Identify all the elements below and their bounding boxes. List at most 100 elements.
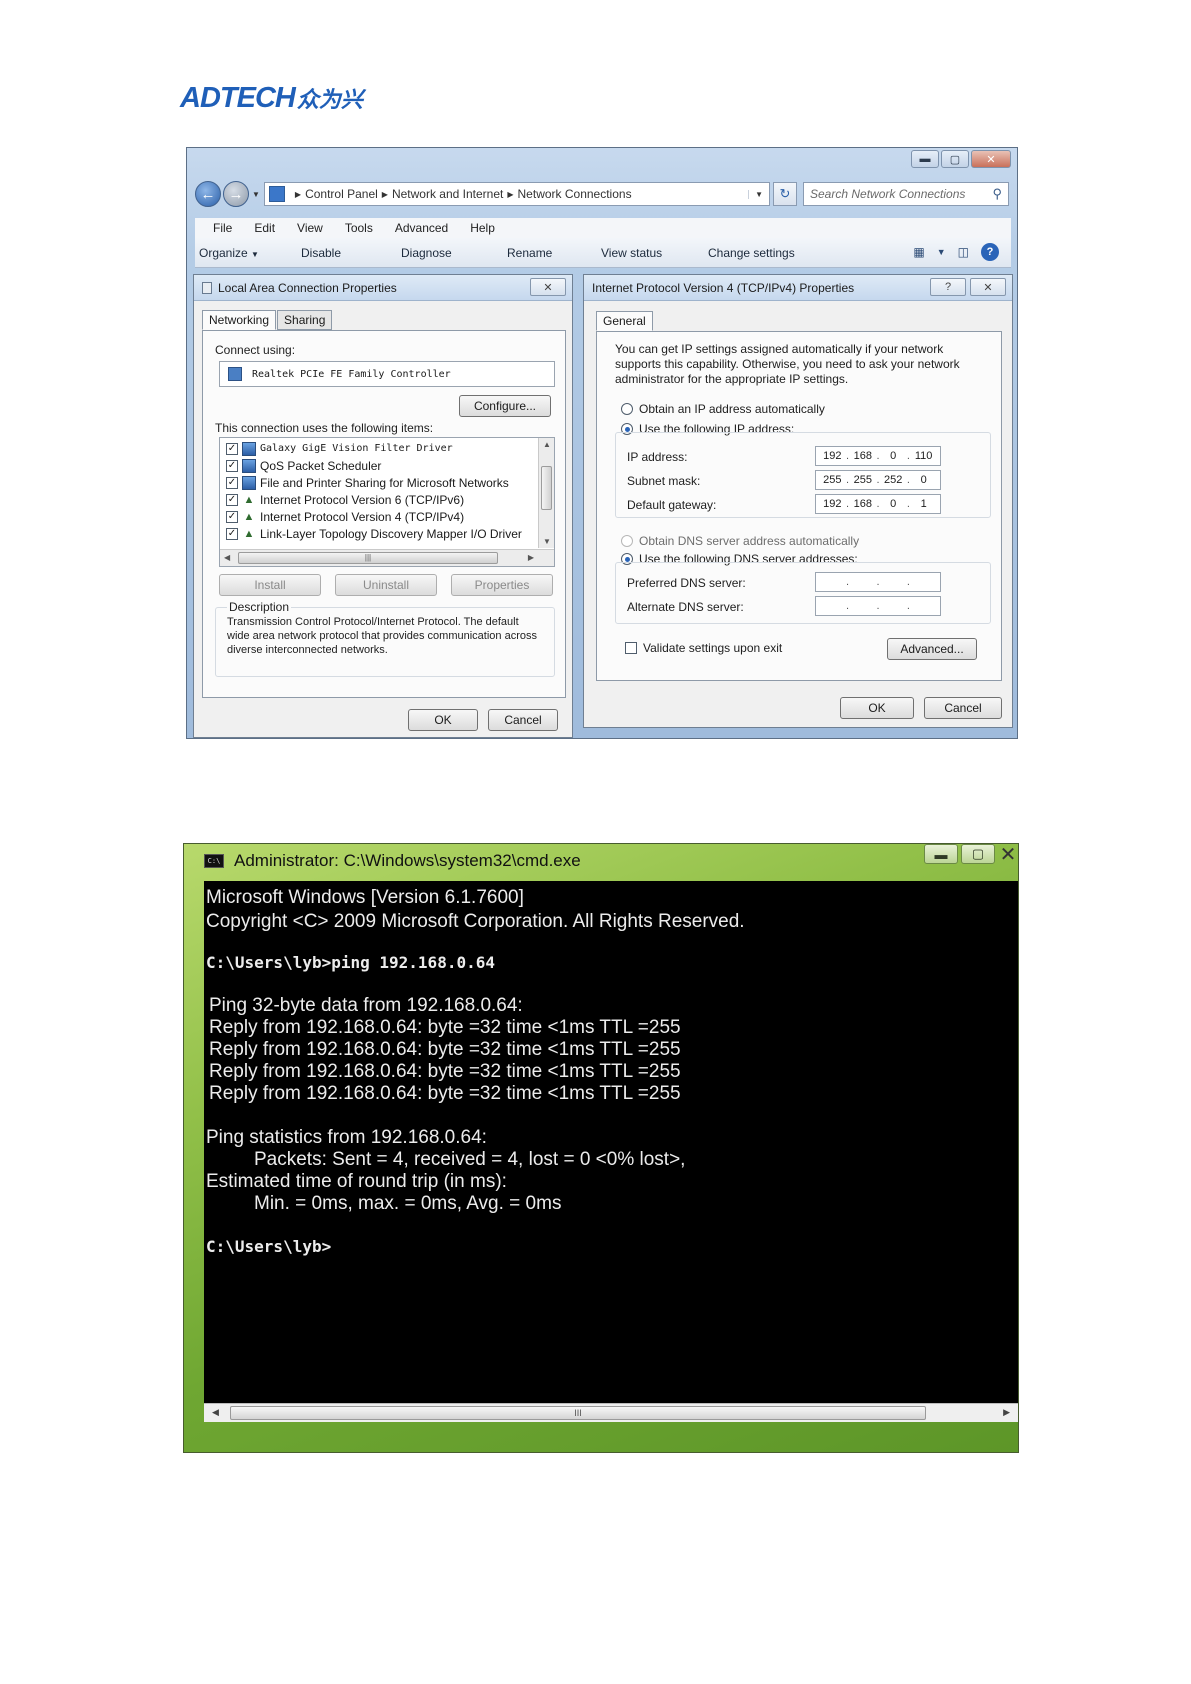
obtain-ip-radio[interactable] <box>621 403 633 415</box>
console-output[interactable]: Microsoft Windows [Version 6.1.7600] Cop… <box>204 881 1018 1404</box>
chevron-down-icon[interactable]: ▼ <box>937 247 946 257</box>
menu-tools[interactable]: Tools <box>345 221 373 235</box>
back-button[interactable]: ← <box>195 181 221 207</box>
menu-view[interactable]: View <box>297 221 323 235</box>
uninstall-button[interactable]: Uninstall <box>335 574 437 596</box>
maximize-button[interactable]: ▢ <box>961 844 995 864</box>
octet: 255 <box>853 474 872 486</box>
configure-button[interactable]: Configure... <box>459 395 551 417</box>
item-checkbox[interactable]: ✓ <box>226 459 238 472</box>
horizontal-scrollbar[interactable]: ◀ III ▶ <box>204 1403 1018 1422</box>
disable-button[interactable]: Disable <box>301 246 341 260</box>
list-item[interactable]: ✓ ▲ Link-Layer Topology Discovery Mapper… <box>226 525 522 542</box>
console-line: Packets: Sent = 4, received = 4, lost = … <box>254 1149 686 1170</box>
close-button[interactable]: ✕ <box>998 844 1018 866</box>
octet: 1 <box>920 498 927 510</box>
scroll-thumb[interactable] <box>541 466 552 510</box>
octet: 255 <box>823 474 842 486</box>
scroll-right-icon[interactable]: ▶ <box>528 553 534 562</box>
scroll-right-icon[interactable]: ▶ <box>1003 1407 1010 1418</box>
help-button[interactable]: ? <box>930 278 966 296</box>
change-settings-button[interactable]: Change settings <box>708 246 795 260</box>
menu-file[interactable]: File <box>213 221 232 235</box>
minimize-button[interactable]: ▬ <box>924 844 958 864</box>
forward-button[interactable]: → <box>223 181 249 207</box>
cancel-button[interactable]: Cancel <box>488 709 558 731</box>
minimize-button[interactable]: ▬ <box>911 150 939 168</box>
refresh-button[interactable]: ↻ <box>773 182 797 206</box>
list-item[interactable]: ✓ ▲ Internet Protocol Version 6 (TCP/IPv… <box>226 491 464 508</box>
connect-using-label: Connect using: <box>215 343 296 357</box>
scroll-thumb[interactable]: III <box>230 1406 926 1420</box>
network-connections-screenshot: ▬ ▢ ✕ ← → ▼ ▶ Control Panel ▶ Network an… <box>186 147 1018 739</box>
chevron-right-icon[interactable]: ▶ <box>507 190 513 199</box>
ok-button[interactable]: OK <box>408 709 478 731</box>
adapter-name: Realtek PCIe FE Family Controller <box>252 368 451 380</box>
menu-help[interactable]: Help <box>470 221 495 235</box>
close-button[interactable]: ✕ <box>970 278 1006 296</box>
command-bar: Organize ▼ Disable Diagnose Rename View … <box>195 238 1011 268</box>
menu-advanced[interactable]: Advanced <box>395 221 448 235</box>
horizontal-scrollbar[interactable]: ◀ ||| ▶ <box>220 549 554 566</box>
organize-button[interactable]: Organize ▼ <box>199 246 259 260</box>
item-checkbox[interactable]: ✓ <box>226 493 238 506</box>
breadcrumb-control-panel[interactable]: Control Panel <box>305 187 378 201</box>
scroll-up-icon[interactable]: ▲ <box>543 440 551 449</box>
list-item[interactable]: ✓ Galaxy GigE Vision Filter Driver <box>226 440 453 457</box>
search-icon[interactable]: ⚲ <box>992 186 1002 202</box>
scroll-thumb[interactable]: ||| <box>238 552 498 564</box>
maximize-button[interactable]: ▢ <box>941 150 969 168</box>
adapter-field: Realtek PCIe FE Family Controller <box>219 361 555 387</box>
list-item[interactable]: ✓ QoS Packet Scheduler <box>226 457 381 474</box>
item-checkbox[interactable]: ✓ <box>226 476 238 489</box>
list-item[interactable]: ✓ File and Printer Sharing for Microsoft… <box>226 474 509 491</box>
scroll-left-icon[interactable]: ◀ <box>224 553 230 562</box>
item-checkbox[interactable]: ✓ <box>226 527 238 540</box>
chevron-right-icon[interactable]: ▶ <box>382 190 388 199</box>
alternate-dns-field[interactable]: ... <box>815 596 941 616</box>
install-button[interactable]: Install <box>219 574 321 596</box>
search-input[interactable]: Search Network Connections ⚲ <box>803 182 1009 206</box>
tab-sharing[interactable]: Sharing <box>277 310 333 330</box>
close-button[interactable]: ✕ <box>971 150 1011 168</box>
default-gateway-field[interactable]: 192. 168. 0. 1 <box>815 494 941 514</box>
preview-pane-icon[interactable]: ◫ <box>958 245 969 259</box>
chevron-down-icon[interactable]: ▼ <box>748 189 769 199</box>
obtain-dns-radio[interactable] <box>621 535 633 547</box>
rename-button[interactable]: Rename <box>507 246 552 260</box>
help-icon[interactable]: ? <box>981 243 999 261</box>
octet: 168 <box>853 450 872 462</box>
scroll-down-icon[interactable]: ▼ <box>543 537 551 546</box>
scroll-left-icon[interactable]: ◀ <box>212 1407 219 1418</box>
cancel-button[interactable]: Cancel <box>924 697 1002 719</box>
tab-networking[interactable]: Networking <box>202 310 277 330</box>
ok-button[interactable]: OK <box>840 697 914 719</box>
subnet-mask-field[interactable]: 255. 255. 252. 0 <box>815 470 941 490</box>
diagnose-button[interactable]: Diagnose <box>401 246 452 260</box>
window-controls: ▬ ▢ ✕ <box>909 150 1011 168</box>
vertical-scrollbar[interactable]: ▲ ▼ <box>538 438 554 548</box>
list-item[interactable]: ✓ ▲ Internet Protocol Version 4 (TCP/IPv… <box>226 508 464 525</box>
company-logo: ADTECH 众为兴 <box>180 82 363 114</box>
properties-button[interactable]: Properties <box>451 574 553 596</box>
preferred-dns-field[interactable]: ... <box>815 572 941 592</box>
breadcrumb-network-connections[interactable]: Network Connections <box>518 187 632 201</box>
item-checkbox[interactable]: ✓ <box>226 442 238 455</box>
tab-general[interactable]: General <box>596 311 653 331</box>
menu-edit[interactable]: Edit <box>254 221 275 235</box>
view-status-button[interactable]: View status <box>601 246 662 260</box>
item-label: File and Printer Sharing for Microsoft N… <box>260 475 509 490</box>
item-checkbox[interactable]: ✓ <box>226 510 238 523</box>
default-gateway-label: Default gateway: <box>627 498 717 512</box>
item-label: Internet Protocol Version 6 (TCP/IPv6) <box>260 492 465 507</box>
chevron-right-icon[interactable]: ▶ <box>295 190 301 199</box>
breadcrumb-network-and-internet[interactable]: Network and Internet <box>392 187 503 201</box>
change-view-icon[interactable]: ▦ <box>913 245 924 259</box>
address-bar[interactable]: ▶ Control Panel ▶ Network and Internet ▶… <box>263 182 770 206</box>
close-button[interactable]: ✕ <box>530 278 566 296</box>
ip-address-field[interactable]: 192. 168. 0. 110 <box>815 446 941 466</box>
validate-checkbox[interactable] <box>625 642 637 654</box>
ip-address-label: IP address: <box>627 450 688 464</box>
advanced-button[interactable]: Advanced... <box>887 638 977 660</box>
recent-pages-dropdown[interactable]: ▼ <box>252 190 260 199</box>
